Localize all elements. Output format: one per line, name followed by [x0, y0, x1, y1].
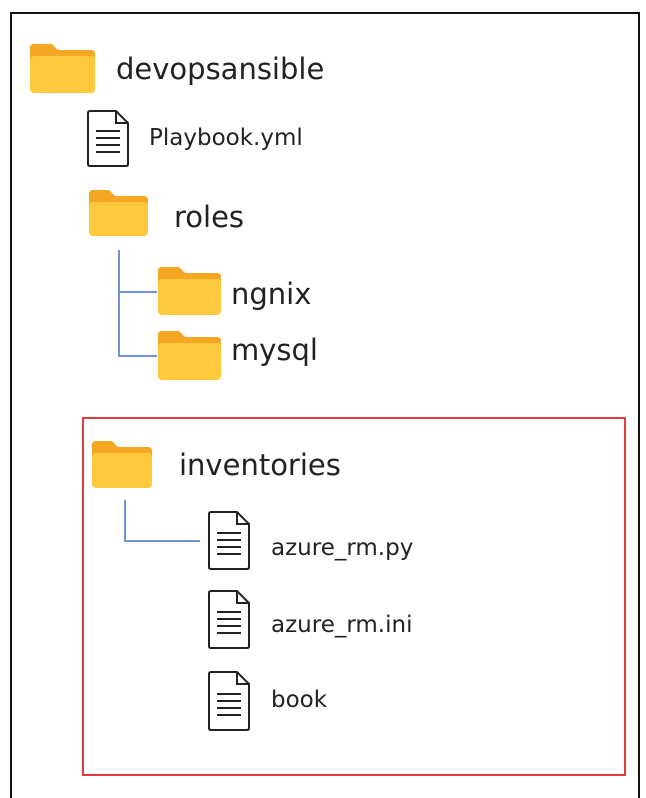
folder-icon[interactable]: [90, 436, 154, 490]
inventories-highlight-box: [82, 417, 626, 776]
folder-icon[interactable]: [28, 38, 97, 95]
mysql-folder-label: mysql: [231, 333, 318, 367]
folder-icon[interactable]: [156, 262, 223, 317]
inventories-folder-label: inventories: [179, 448, 341, 482]
file-icon[interactable]: [84, 109, 132, 168]
file-icon[interactable]: [205, 589, 253, 650]
folder-icon[interactable]: [87, 185, 150, 238]
book-file-label: book: [271, 687, 328, 713]
root-folder-label: devopsansible: [116, 52, 325, 86]
ngnix-folder-label: ngnix: [231, 277, 312, 311]
roles-folder-label: roles: [174, 200, 245, 234]
playbook-file-label: Playbook.yml: [149, 125, 303, 151]
azure-rm-ini-label: azure_rm.ini: [271, 612, 413, 638]
azure-rm-py-label: azure_rm.py: [271, 535, 414, 561]
file-icon[interactable]: [205, 510, 253, 571]
diagram-canvas: devopsansible Playbook.yml roles ngnix m…: [0, 0, 646, 798]
file-icon[interactable]: [205, 670, 253, 732]
folder-icon[interactable]: [156, 326, 223, 382]
